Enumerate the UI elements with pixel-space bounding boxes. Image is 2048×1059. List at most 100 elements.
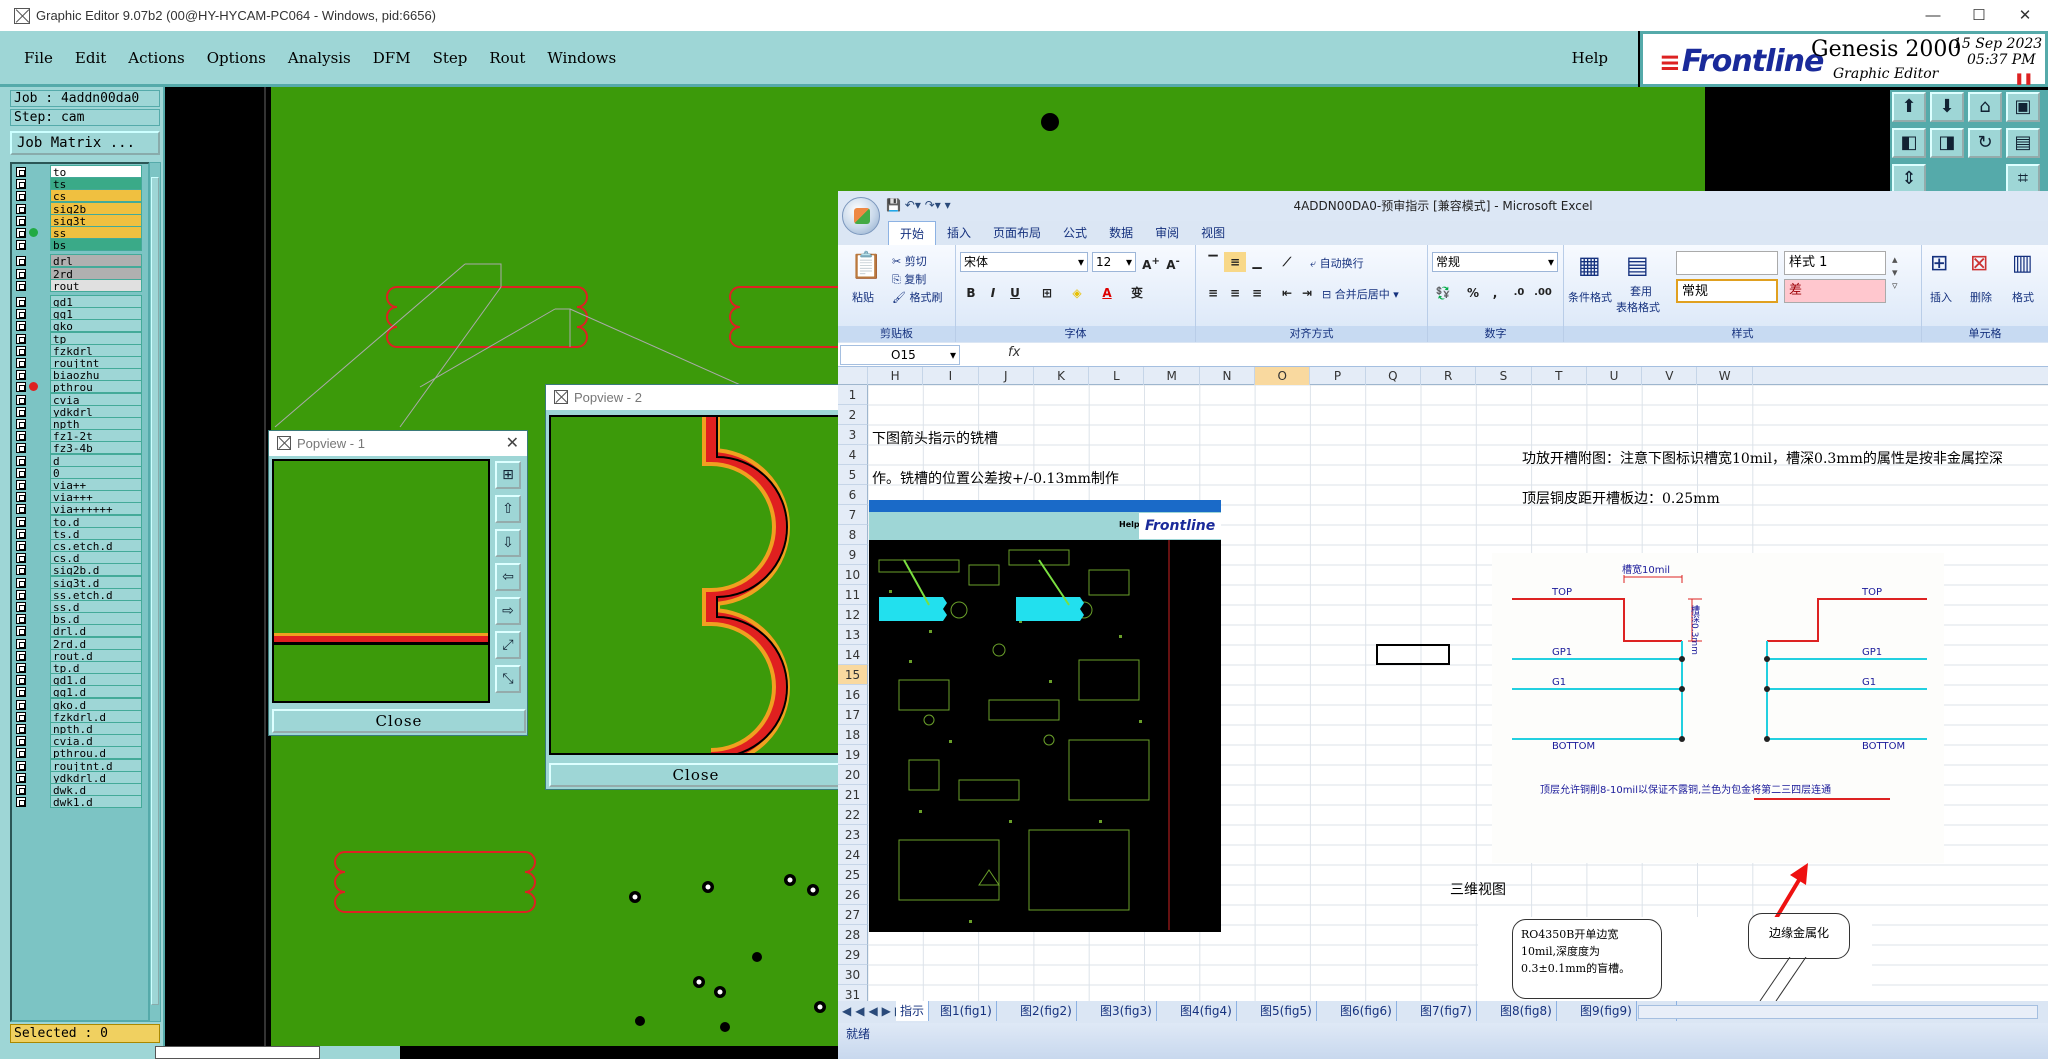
column-header[interactable]: N [1200,367,1256,385]
office-button-icon[interactable] [842,197,880,235]
scroll-thumb[interactable] [151,177,159,1005]
column-header[interactable]: I [923,367,979,385]
row-header[interactable]: 8 [838,525,868,545]
sheet-tab[interactable]: 图6(fig6) [1336,1001,1397,1021]
row-header[interactable]: 4 [838,445,868,465]
layer-row[interactable]: dwk1.d [12,795,148,809]
row-header[interactable]: 11 [838,585,868,605]
layer-checkbox[interactable] [16,516,26,527]
layer-checkbox[interactable] [16,626,26,637]
layer-checkbox[interactable] [16,711,26,722]
row-header[interactable]: 22 [838,805,868,825]
column-header[interactable]: K [1034,367,1090,385]
menu-rout[interactable]: Rout [489,49,525,67]
layer-checkbox[interactable] [16,333,26,344]
layer-name[interactable]: fzkdrl.d [50,709,142,723]
layer-checkbox[interactable] [16,215,26,226]
row-header[interactable]: 10 [838,565,868,585]
close-icon[interactable]: ✕ [2002,0,2048,31]
borders-icon[interactable]: ⊞ [1036,283,1058,303]
popview-tool-4-icon[interactable]: ⇦ [495,563,521,591]
layer-name[interactable]: drl [50,254,142,268]
row-header[interactable]: 14 [838,645,868,665]
column-header[interactable]: L [1089,367,1145,385]
menu-edit[interactable]: Edit [75,49,106,67]
toolbar-icon-6[interactable]: ◨ [1930,128,1964,158]
layer-checkbox[interactable] [16,553,26,564]
layer-checkbox[interactable] [16,663,26,673]
layer-name[interactable]: ydkdrl [50,404,142,418]
row-header[interactable]: 30 [838,965,868,985]
layer-checkbox[interactable] [16,321,26,332]
sheet-tab[interactable]: 图1(fig1) [936,1001,997,1021]
pause-icon[interactable]: ❚❚ [2015,72,2033,85]
column-header[interactable]: J [979,367,1034,385]
menu-dfm[interactable]: DFM [373,49,411,67]
phonetic-icon[interactable]: 变 [1126,283,1148,303]
sheet-tab[interactable]: 图8(fig8) [1496,1001,1557,1021]
layer-checkbox[interactable] [16,297,26,307]
row-header[interactable]: 23 [838,825,868,845]
layer-name[interactable]: gd1 [50,295,142,308]
layer-checkbox[interactable] [16,358,26,368]
sheet-tab[interactable]: 图4(fig4) [1176,1001,1237,1021]
layer-name[interactable]: sig2b [50,201,142,215]
layer-name[interactable]: cs [50,189,142,203]
popview-1-close-icon[interactable]: ✕ [506,431,519,456]
conditional-format-icon[interactable]: ▦ [1578,251,1601,279]
insert-cells-icon[interactable]: ⊞ [1930,251,1948,276]
sheet-tab[interactable]: 图5(fig5) [1256,1001,1317,1021]
layer-name[interactable]: roujtnt.d [50,758,142,772]
wrap-text-button[interactable]: ⤶ 自动换行 [1310,255,1364,271]
qat-more-icon[interactable]: ▾ [945,198,951,212]
row-header[interactable]: 9 [838,545,868,565]
row-header[interactable]: 13 [838,625,868,645]
layer-checkbox[interactable] [16,179,26,190]
row-header[interactable]: 7 [838,505,868,525]
layer-checkbox[interactable] [16,480,26,490]
layer-name[interactable]: cvia.d [50,734,142,748]
layer-name[interactable]: sig3t [50,213,142,227]
style-blank[interactable] [1676,251,1778,275]
column-header[interactable]: M [1145,367,1200,385]
undo-icon[interactable]: ↶▾ [905,198,921,212]
layer-name[interactable]: gko.d [50,697,142,711]
layer-name[interactable]: via+++ [50,490,142,504]
row-header[interactable]: 15 [838,665,868,685]
align-middle-icon[interactable]: ≡ [1224,252,1246,272]
select-all-corner[interactable] [838,367,868,385]
layer-name[interactable]: tp.d [50,661,142,674]
layer-checkbox[interactable] [16,602,26,612]
layer-name[interactable]: fz1-2t [50,429,142,443]
layer-checkbox[interactable] [16,748,26,759]
column-header[interactable]: O [1255,367,1311,385]
layer-checkbox[interactable] [16,699,26,710]
layer-name[interactable]: d [50,453,142,467]
spreadsheet-grid[interactable]: HIJKLMNOPQRSTUVW 1 2 3 4 5 6 7 8 9 10 11 12 13 14 15 16… [838,367,2048,1001]
row-header[interactable]: 12 [838,605,868,625]
layer-name[interactable]: to.d [50,514,142,528]
layer-checkbox[interactable] [16,382,26,393]
format-painter-button[interactable]: 🖌 格式刷 [892,289,942,305]
menu-step[interactable]: Step [433,49,468,67]
layer-name[interactable]: fzkdrl [50,343,142,357]
layer-name[interactable]: biaozhu [50,368,142,382]
font-size-select[interactable]: 12 ▾ [1092,252,1136,272]
popview-tool-2-icon[interactable]: ⇧ [495,495,521,523]
sheet-tab[interactable]: 图3(fig3) [1096,1001,1157,1021]
layer-name[interactable]: via++ [50,478,142,491]
menu-file[interactable]: File [24,49,53,67]
menu-windows[interactable]: Windows [547,49,616,67]
embedded-screenshot[interactable]: Help Frontline [869,500,1221,932]
redo-icon[interactable]: ↷▾ [925,198,941,212]
menu-actions[interactable]: Actions [128,49,184,67]
tab-view[interactable]: 视图 [1190,221,1236,245]
grow-font-icon[interactable]: A+ [1140,252,1162,272]
align-center-icon[interactable]: ≡ [1224,283,1246,303]
layer-name[interactable]: 2rd.d [50,636,142,650]
popview-tool-1-icon[interactable]: ⊞ [495,461,521,489]
increase-indent-icon[interactable]: ⇥ [1296,283,1318,303]
popview-tool-7-icon[interactable]: ⤡ [495,665,521,693]
layer-name[interactable]: gko [50,319,142,333]
layer-checkbox[interactable] [16,565,26,576]
